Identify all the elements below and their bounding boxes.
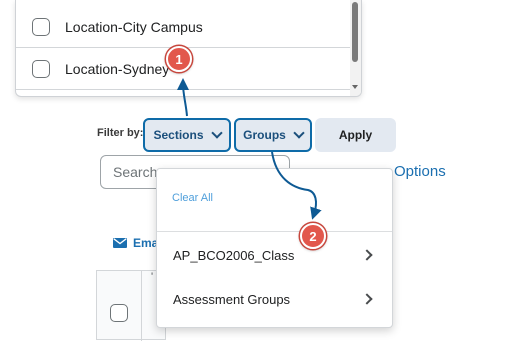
callout-badge-1: 1: [166, 46, 192, 72]
callout-1-arrow: [177, 78, 190, 117]
callout-badge-2: 2: [300, 223, 326, 249]
callout-2-arrow: [271, 151, 322, 220]
annotation-arrows: [177, 78, 322, 220]
